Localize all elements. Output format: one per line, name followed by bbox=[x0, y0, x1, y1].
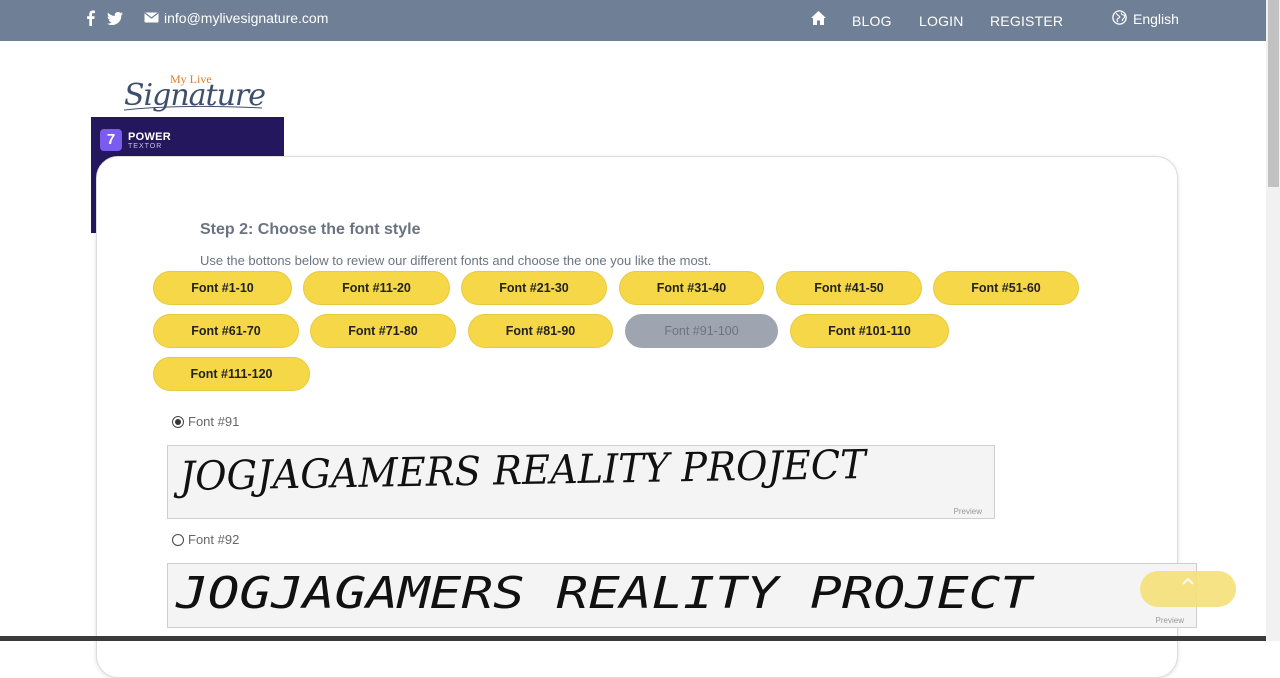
language-label: English bbox=[1133, 11, 1179, 27]
font-range-button[interactable]: Font #81-90 bbox=[468, 314, 613, 348]
font-radio[interactable] bbox=[172, 533, 184, 546]
preview-label: Preview bbox=[1155, 616, 1184, 625]
font-range-button[interactable]: Font #41-50 bbox=[776, 271, 922, 305]
social-links bbox=[86, 10, 123, 26]
font-range-button[interactable]: Font #71-80 bbox=[310, 314, 456, 348]
ad-brand: POWER bbox=[128, 131, 172, 143]
font-preview-92[interactable]: JOGJAGAMERS REALITY PROJECT Preview bbox=[167, 563, 1197, 628]
globe-icon bbox=[1112, 10, 1127, 28]
font-range-button[interactable]: Font #11-20 bbox=[303, 271, 450, 305]
top-bar: info@mylivesignature.com BLOG LOGIN REGI… bbox=[0, 0, 1266, 41]
font-preview-91[interactable]: JOGJAGAMERS REALITY PROJECT Preview bbox=[167, 445, 995, 519]
step-description: Use the bottons below to review our diff… bbox=[200, 253, 712, 268]
language-selector[interactable]: English bbox=[1112, 10, 1179, 28]
font-preview-graphic: JOGJAGAMERS REALITY PROJECT bbox=[173, 446, 870, 500]
font-range-button[interactable]: Font #101-110 bbox=[790, 314, 949, 348]
site-logo[interactable]: My Live Signature bbox=[122, 70, 268, 116]
email-text: info@mylivesignature.com bbox=[164, 10, 329, 26]
nav-register[interactable]: REGISTER bbox=[990, 13, 1063, 29]
font-option-92[interactable]: Font #92 bbox=[172, 532, 239, 547]
ad-logo-icon: 7 bbox=[100, 129, 122, 151]
font-option-label: Font #91 bbox=[188, 414, 240, 429]
font-range-button[interactable]: Font #1-10 bbox=[153, 271, 292, 305]
nav-blog[interactable]: BLOG bbox=[852, 13, 892, 29]
ad-subtitle: TEXTOR bbox=[128, 143, 163, 150]
step-title: Step 2: Choose the font style bbox=[200, 221, 421, 238]
font-radio-selected[interactable] bbox=[172, 415, 184, 428]
font-option-91[interactable]: Font #91 bbox=[172, 414, 239, 429]
font-range-button-active[interactable]: Font #91-100 bbox=[625, 314, 778, 348]
facebook-icon[interactable] bbox=[86, 10, 95, 26]
envelope-icon bbox=[144, 10, 159, 26]
font-range-button[interactable]: Font #61-70 bbox=[153, 314, 299, 348]
back-to-top-button[interactable] bbox=[1140, 571, 1236, 607]
font-range-button[interactable]: Font #51-60 bbox=[933, 271, 1079, 305]
nav-login[interactable]: LOGIN bbox=[919, 13, 964, 29]
font-range-button[interactable]: Font #111-120 bbox=[153, 357, 310, 391]
font-range-button[interactable]: Font #21-30 bbox=[461, 271, 607, 305]
home-icon[interactable] bbox=[811, 11, 826, 30]
twitter-icon[interactable] bbox=[107, 11, 123, 25]
font-preview-graphic: JOGJAGAMERS REALITY PROJECT bbox=[175, 568, 1035, 619]
font-option-label: Font #92 bbox=[188, 532, 240, 547]
font-range-button[interactable]: Font #31-40 bbox=[619, 271, 764, 305]
font-preview-text: JOGJAGAMERS REALITY PROJECT bbox=[173, 446, 870, 500]
scrollbar-thumb[interactable] bbox=[1268, 0, 1279, 187]
email-link[interactable]: info@mylivesignature.com bbox=[144, 10, 328, 26]
preview-label: Preview bbox=[953, 507, 982, 516]
bottom-strip bbox=[0, 636, 1266, 641]
font-preview-text: JOGJAGAMERS REALITY PROJECT bbox=[175, 568, 1035, 619]
